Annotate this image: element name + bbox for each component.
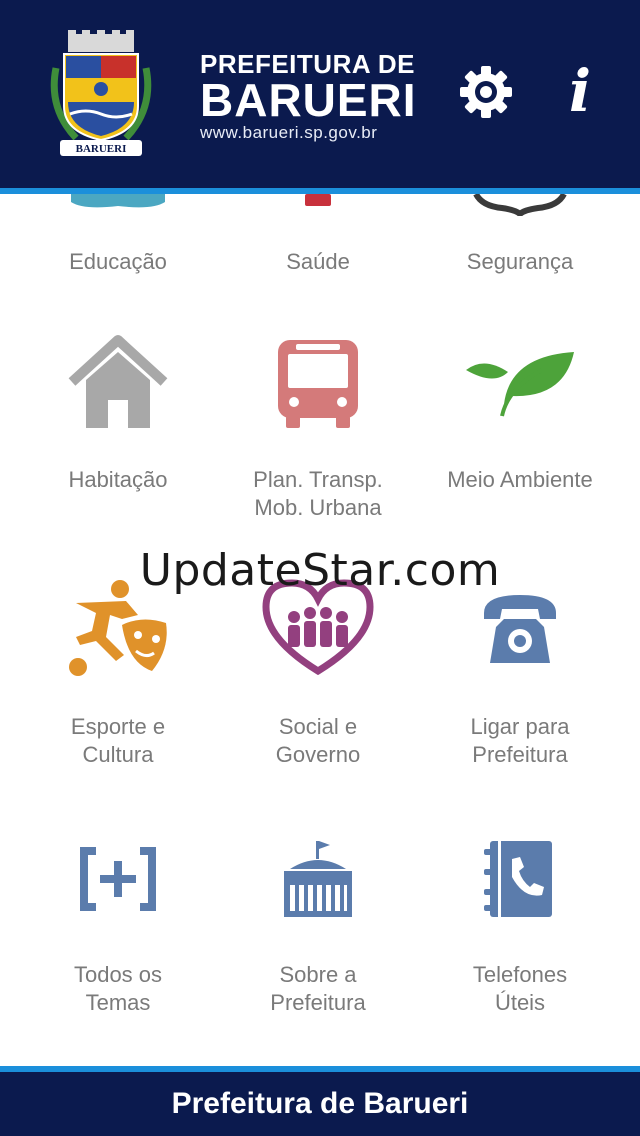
menu-label-line2: Prefeitura [472,742,568,767]
menu-label-line1: Sobre a [279,962,357,987]
app-title: PREFEITURA DE BARUERI www.barueri.sp.gov… [200,50,417,144]
menu-label-line2: Prefeitura [270,990,366,1015]
menu-label: Educação [69,249,167,274]
menu-label: Saúde [286,249,350,274]
menu-item-educacao[interactable]: Educação [18,194,218,294]
footer-bar: Prefeitura de Barueri [0,1072,640,1136]
menu-item-sobre-prefeitura[interactable]: Sobre a Prefeitura [218,839,418,1039]
health-icon [305,194,331,206]
bus-icon [278,340,358,428]
info-icon[interactable]: i [560,58,600,124]
menu-grid: Educação Saúde Segurança Habitação Plan.… [0,194,640,1066]
menu-label-line1: Todos os [73,962,163,987]
menu-item-habitacao[interactable]: Habitação [18,334,218,534]
menu-label: Segurança [466,249,574,274]
app-header: BARUERI PREFEITURA DE BARUERI www.baruer… [0,0,640,188]
menu-item-seguranca[interactable]: Segurança [420,194,620,294]
menu-label-line1: Ligar para [470,714,570,739]
leaf-icon [466,352,574,417]
menu-item-saude[interactable]: Saúde [218,194,418,294]
plus-bracket-icon [80,847,156,911]
education-icon [71,194,165,208]
menu-label-line1: Habitação [68,467,168,492]
menu-item-social-governo[interactable]: Social e Governo [218,579,418,779]
menu-item-ligar-prefeitura[interactable]: Ligar para Prefeitura [420,579,620,779]
menu-label-line1: Esporte e [70,714,166,739]
security-icon [473,194,567,216]
menu-label-line1: Telefones [472,962,568,987]
menu-label-line2: Úteis [494,990,546,1015]
menu-label-line2: Temas [85,990,151,1015]
menu-item-todos-temas[interactable]: Todos os Temas [18,839,218,1039]
menu-label-line1: Plan. Transp. [253,467,383,492]
menu-label-line2: Governo [275,742,361,767]
menu-label-line2: Mob. Urbana [254,495,382,520]
menu-label-line1: Meio Ambiente [447,467,593,492]
building-icon [284,841,352,917]
menu-label-line1: Social e [278,714,358,739]
barueri-crest-logo: BARUERI [50,30,152,156]
menu-item-esporte-cultura[interactable]: Esporte e Cultura [18,579,218,779]
phonebook-icon [484,841,552,917]
menu-item-telefones-uteis[interactable]: Telefones Úteis [420,839,620,1039]
watermark-text: UpdateStar.com [139,545,501,596]
menu-item-meio-ambiente[interactable]: Meio Ambiente [420,334,620,534]
telephone-icon [484,595,556,663]
house-icon [68,335,168,428]
menu-label-line2: Cultura [82,742,154,767]
gear-icon[interactable] [458,64,514,120]
footer-title: Prefeitura de Barueri [171,1087,469,1120]
title-line2: BARUERI [200,74,417,126]
menu-item-transporte[interactable]: Plan. Transp. Mob. Urbana [218,334,418,534]
crest-ribbon-text: BARUERI [76,143,127,155]
